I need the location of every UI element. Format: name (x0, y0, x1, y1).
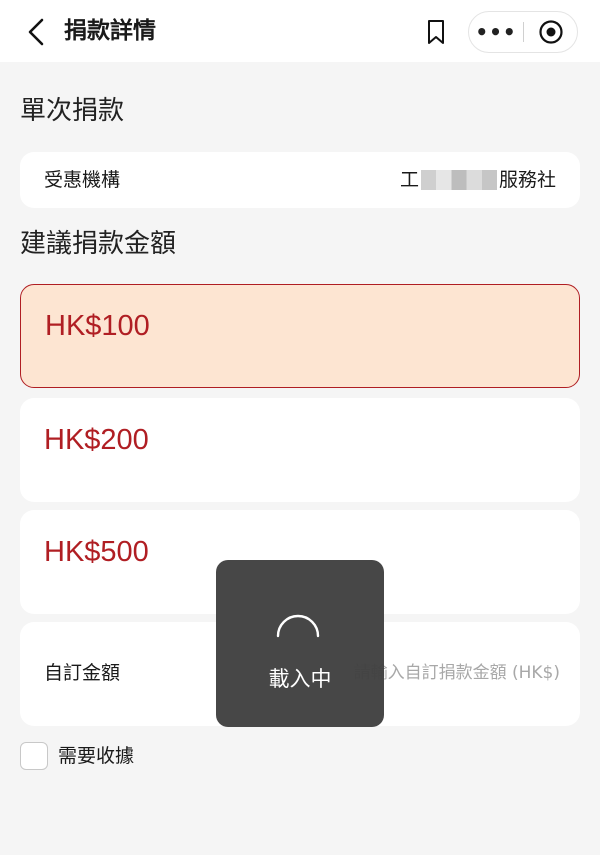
bookmark-icon (428, 20, 444, 44)
top-nav-bar: 捐款詳情 ••• (0, 0, 600, 62)
suggested-amount-heading: 建議捐款金額 (20, 229, 177, 259)
custom-amount-label: 自訂金額 (44, 662, 121, 684)
amount-option-200[interactable]: HK$200 (20, 398, 580, 502)
receipt-checkbox[interactable] (20, 742, 48, 770)
mini-program-capsule: ••• (468, 11, 578, 53)
beneficiary-org-card: 受惠機構 工 服務社 (20, 152, 580, 208)
amount-option-100[interactable]: HK$100 (20, 284, 580, 388)
capsule-divider (523, 22, 524, 42)
amount-option-label: HK$500 (44, 536, 149, 568)
single-donation-heading: 單次捐款 (20, 96, 125, 126)
chevron-left-icon (28, 18, 44, 46)
back-button[interactable] (18, 14, 54, 50)
close-mini-program-button[interactable] (525, 12, 577, 52)
loading-spinner-icon (276, 614, 320, 638)
donation-details-page: 捐款詳情 ••• 單次捐款 受惠機構 工 服務社 建議捐款金額 HK$100 H… (0, 0, 600, 855)
amount-option-label: HK$200 (44, 424, 149, 456)
receipt-label: 需要收據 (58, 745, 135, 767)
beneficiary-name-prefix: 工 (399, 169, 419, 191)
beneficiary-label: 受惠機構 (44, 169, 121, 191)
beneficiary-value: 工 服務社 (400, 167, 556, 193)
loading-text: 載入中 (268, 667, 332, 691)
amount-option-label: HK$100 (45, 310, 150, 342)
redacted-text (420, 170, 497, 190)
receipt-row: 需要收據 (20, 740, 134, 772)
page-title: 捐款詳情 (64, 18, 156, 44)
beneficiary-name-suffix: 服務社 (498, 169, 556, 191)
bookmark-button[interactable] (416, 12, 456, 52)
more-menu-button[interactable]: ••• (469, 12, 523, 52)
loading-toast: 載入中 (216, 560, 384, 727)
target-icon (539, 20, 563, 44)
